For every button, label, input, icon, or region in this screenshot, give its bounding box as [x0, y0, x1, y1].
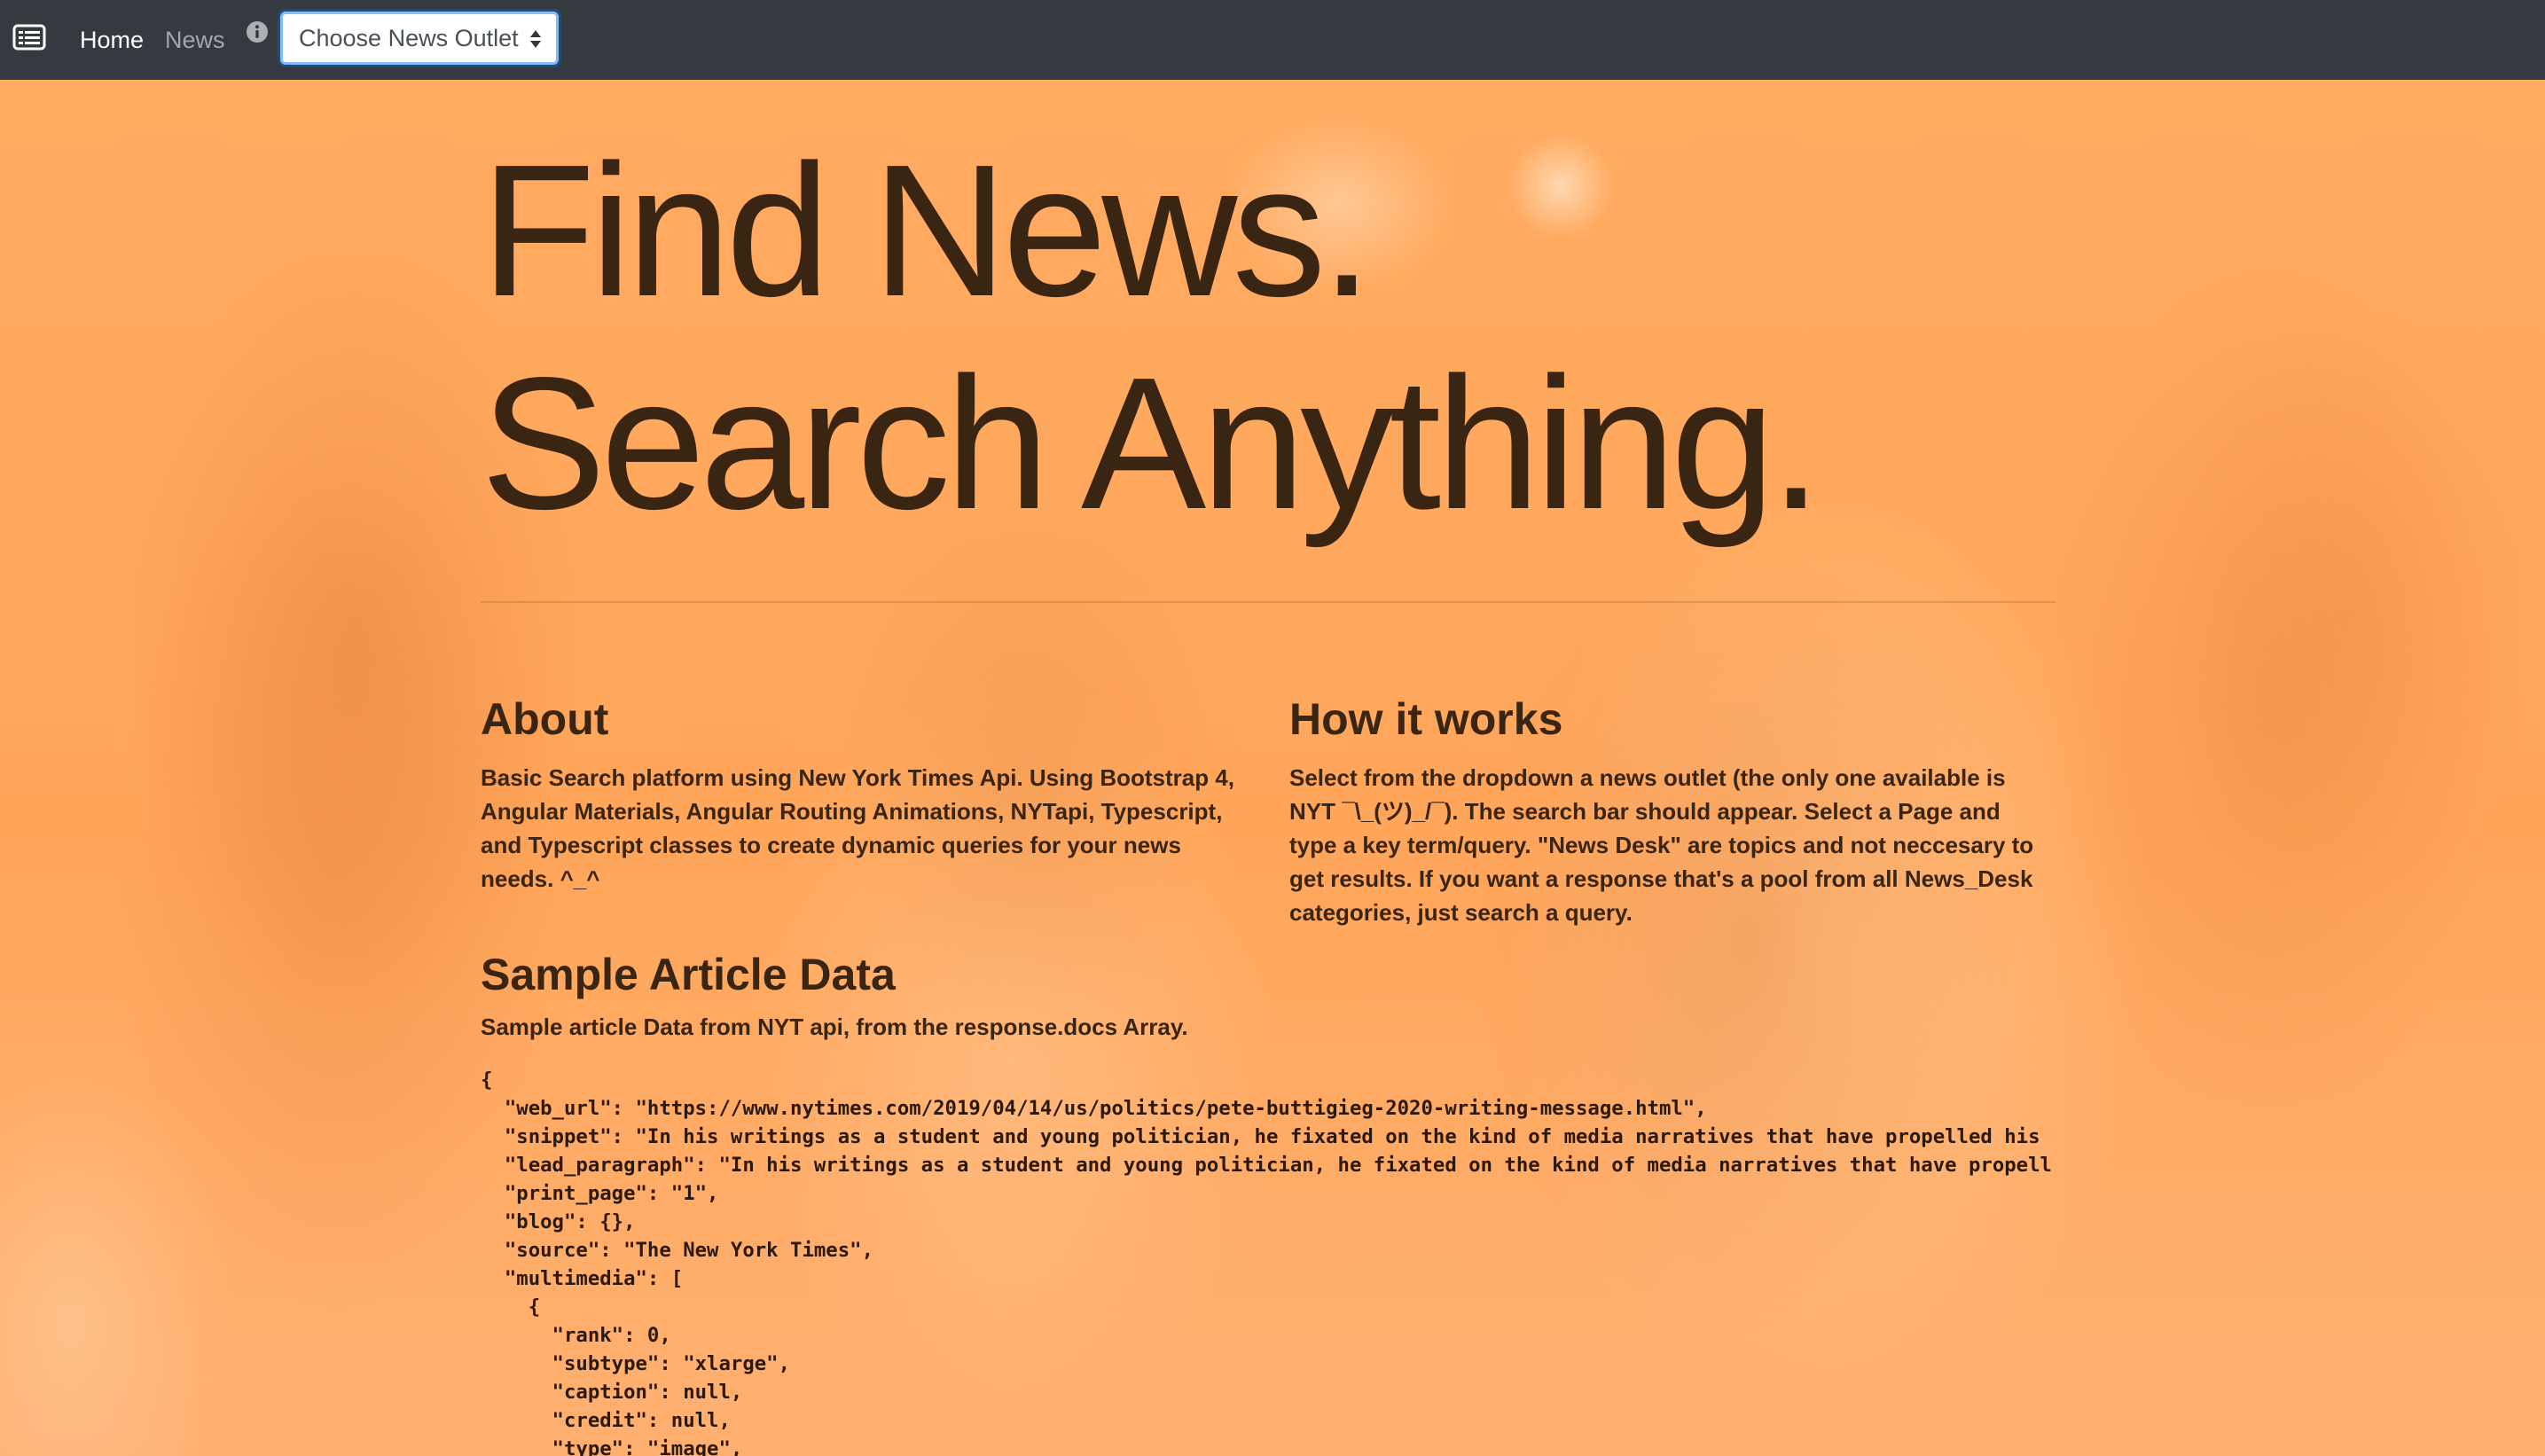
- sample-article-section: Sample Article Data Sample article Data …: [481, 945, 2520, 1043]
- about-section: About Basic Search platform using New Yo…: [481, 690, 1243, 896]
- news-outlet-select-value: Choose News Outlet: [299, 24, 519, 51]
- top-navbar: Home News Choose News Outlet: [0, 0, 2545, 80]
- info-icon[interactable]: [246, 20, 269, 43]
- hero-line-2: Search Anything.: [481, 338, 1822, 548]
- updown-caret-icon: [530, 30, 541, 48]
- about-text: Basic Search platform using New York Tim…: [481, 764, 1235, 892]
- how-it-works-text: Select from the dropdown a news outlet (…: [1289, 764, 2034, 926]
- news-outlet-select[interactable]: Choose News Outlet: [280, 12, 559, 65]
- nav-home-link[interactable]: Home: [80, 24, 144, 56]
- sample-heading: Sample Article Data: [481, 950, 896, 999]
- sample-json-code: { "web_url": "https://www.nytimes.com/20…: [481, 1069, 2052, 1456]
- how-it-works-heading: How it works: [1289, 694, 1563, 744]
- nav-news-link[interactable]: News: [165, 24, 225, 56]
- sample-description: Sample article Data from NYT api, from t…: [481, 1014, 1188, 1040]
- list-icon[interactable]: [12, 24, 46, 51]
- section-divider: [481, 601, 2056, 603]
- about-heading: About: [481, 694, 609, 744]
- hero-line-1: Find News.: [481, 125, 1373, 335]
- hero-heading: Find News. Search Anything.: [481, 124, 2059, 550]
- how-it-works-section: How it works Select from the dropdown a …: [1289, 690, 2052, 929]
